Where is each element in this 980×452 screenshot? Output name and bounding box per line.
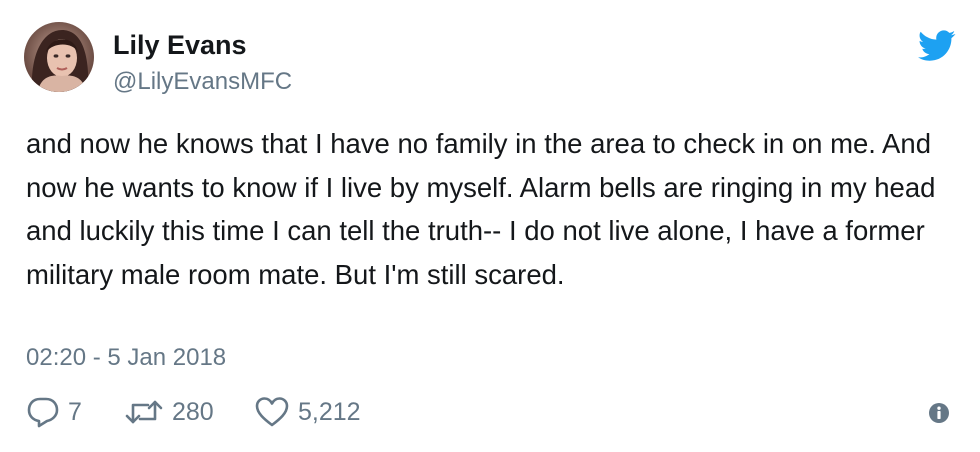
tweet-card: Lily Evans @LilyEvansMFC and now he know…	[0, 0, 980, 452]
like-count: 5,212	[298, 398, 361, 426]
info-icon[interactable]	[928, 402, 950, 424]
retweet-icon	[124, 397, 164, 427]
reply-icon	[26, 396, 60, 428]
avatar[interactable]	[24, 22, 94, 92]
tweet-timestamp[interactable]: 02:20 - 5 Jan 2018	[26, 343, 226, 373]
tweet-text: and now he knows that I have no family i…	[26, 128, 936, 290]
twitter-bird-icon[interactable]	[918, 30, 956, 62]
author-handle[interactable]: @LilyEvansMFC	[113, 67, 292, 97]
reply-count: 7	[68, 398, 82, 426]
retweet-count: 280	[172, 398, 214, 426]
like-button[interactable]: 5,212	[254, 392, 361, 432]
heart-icon	[254, 396, 290, 428]
author-name[interactable]: Lily Evans	[113, 28, 247, 62]
reply-button[interactable]: 7	[26, 392, 82, 432]
tweet-actions: 7 280 5,212	[26, 392, 966, 432]
retweet-button[interactable]: 280	[124, 392, 214, 432]
